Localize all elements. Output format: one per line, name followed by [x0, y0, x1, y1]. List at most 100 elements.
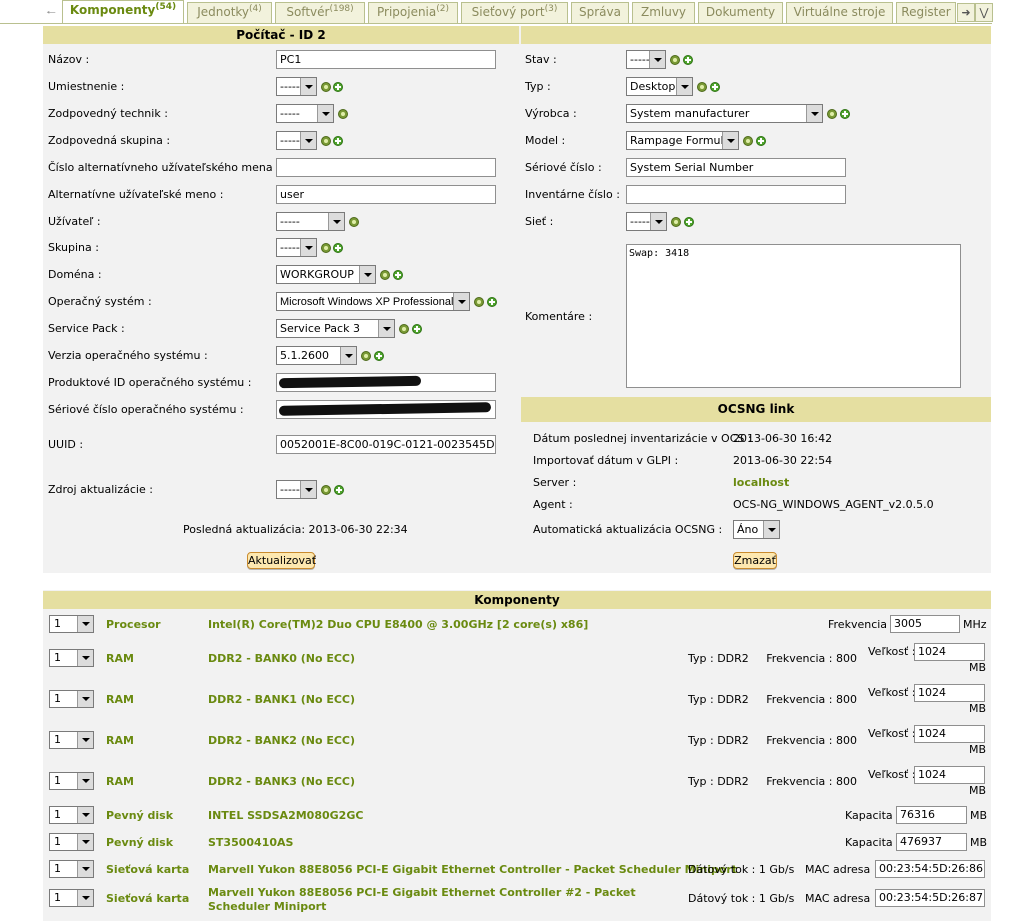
tab-jednotky[interactable]: Jednotky(4) [187, 2, 272, 23]
quantity-select[interactable]: 1 [49, 806, 94, 824]
os-select[interactable]: Microsoft Windows XP Professional [276, 292, 470, 311]
add-icon[interactable] [393, 270, 403, 280]
search-icon[interactable] [399, 324, 409, 334]
status-select[interactable]: ----- [626, 50, 666, 69]
component-name-link[interactable]: DDR2 - BANK0 (No ECC) [208, 652, 355, 666]
inventory-input[interactable] [626, 185, 846, 204]
alt-user-input[interactable]: user [276, 185, 496, 204]
search-icon[interactable] [827, 109, 837, 119]
group-resp-select[interactable]: ----- [276, 131, 317, 150]
select-value: System manufacturer [630, 107, 750, 120]
component-field-input[interactable]: 1024 [914, 725, 985, 743]
manufacturer-label: Výrobca : [525, 107, 577, 120]
manufacturer-select[interactable]: System manufacturer [626, 104, 823, 123]
component-field-input[interactable]: 476937 [896, 833, 967, 851]
quantity-select[interactable]: 1 [49, 889, 94, 907]
add-icon[interactable] [333, 243, 343, 253]
search-icon[interactable] [321, 82, 331, 92]
add-icon[interactable] [840, 109, 850, 119]
component-field-input[interactable]: 76316 [896, 806, 967, 824]
tab-softver[interactable]: Softvér(198) [275, 2, 365, 23]
type-select[interactable]: Desktop [626, 77, 693, 96]
alt-user-num-input[interactable] [276, 158, 496, 177]
search-icon[interactable] [670, 55, 680, 65]
comments-textarea[interactable]: Swap: 3418 [626, 244, 961, 388]
quantity-select[interactable]: 1 [49, 833, 94, 851]
component-name-link[interactable]: DDR2 - BANK1 (No ECC) [208, 693, 355, 707]
add-icon[interactable] [710, 82, 720, 92]
serial-input[interactable]: System Serial Number [626, 158, 846, 177]
add-icon[interactable] [412, 324, 422, 334]
component-field-input[interactable]: 1024 [914, 643, 985, 661]
os-version-select[interactable]: 5.1.2600 [276, 346, 357, 365]
tab-sprava[interactable]: Správa [571, 2, 629, 23]
tech-select[interactable]: ----- [276, 104, 334, 123]
user-select[interactable]: ----- [276, 212, 345, 231]
search-icon[interactable] [743, 136, 753, 146]
location-select[interactable]: ----- [276, 77, 317, 96]
search-icon[interactable] [349, 217, 359, 227]
search-icon[interactable] [321, 243, 331, 253]
search-icon[interactable] [321, 485, 331, 495]
quantity-select[interactable]: 1 [49, 772, 94, 790]
search-icon[interactable] [361, 351, 371, 361]
model-select[interactable]: Rampage Formula [626, 131, 739, 150]
tab-pripojenia[interactable]: Pripojenia(2) [368, 2, 458, 23]
quantity-select[interactable]: 1 [49, 649, 94, 667]
component-field-input[interactable]: 00:23:54:5D:26:87 [875, 889, 985, 907]
component-name-link[interactable]: Intel(R) Core(TM)2 Duo CPU E8400 @ 3.00G… [208, 618, 588, 632]
component-type: Pevný disk [106, 836, 174, 849]
component-name-link[interactable]: DDR2 - BANK2 (No ECC) [208, 734, 355, 748]
tab-komponenty[interactable]: Komponenty(54) [62, 0, 184, 24]
component-name-link[interactable]: ST3500410AS [208, 836, 293, 850]
tabs-menu-icon[interactable]: ⋁ [975, 3, 993, 22]
component-name-link[interactable]: INTEL SSDSA2M080G2GC [208, 809, 363, 823]
tab-register[interactable]: Register [896, 2, 956, 23]
component-field-input[interactable]: 1024 [914, 766, 985, 784]
quantity-select[interactable]: 1 [49, 860, 94, 878]
uuid-input[interactable]: 0052001E-8C00-019C-0121-0023545D2686 [276, 435, 496, 454]
tab-virtualne-stroje[interactable]: Virtuálne stroje [786, 2, 893, 23]
ocs-server-link[interactable]: localhost [733, 476, 789, 490]
add-icon[interactable] [333, 82, 343, 92]
component-name-link[interactable]: DDR2 - BANK3 (No ECC) [208, 775, 355, 789]
form-title: Počítač - ID 2 [43, 26, 519, 44]
network-select[interactable]: ----- [626, 212, 667, 231]
delete-button[interactable]: Zmazať [733, 552, 777, 569]
search-icon[interactable] [697, 82, 707, 92]
search-icon[interactable] [338, 109, 348, 119]
tab-dokumenty[interactable]: Dokumenty [698, 2, 783, 23]
search-icon[interactable] [321, 136, 331, 146]
component-name-link[interactable]: Marvell Yukon 88E8056 PCI-E Gigabit Ethe… [208, 886, 668, 914]
add-icon[interactable] [756, 136, 766, 146]
tabs-next-icon[interactable]: ➜ [957, 3, 975, 22]
add-icon[interactable] [487, 297, 497, 307]
add-icon[interactable] [374, 351, 384, 361]
tab-zmluvy[interactable]: Zmluvy [632, 2, 695, 23]
component-field-input[interactable]: 1024 [914, 684, 985, 702]
quantity-select[interactable]: 1 [49, 690, 94, 708]
update-source-select[interactable]: ----- [276, 480, 317, 499]
group-select[interactable]: ----- [276, 238, 317, 257]
add-icon[interactable] [333, 136, 343, 146]
component-field-input[interactable]: 00:23:54:5D:26:86 [875, 860, 985, 878]
add-icon[interactable] [684, 217, 694, 227]
sp-select[interactable]: Service Pack 3 [276, 319, 395, 338]
tab-sietovy-port[interactable]: Sieťový port(3) [461, 2, 568, 23]
add-icon[interactable] [683, 55, 693, 65]
component-name-link[interactable]: Marvell Yukon 88E8056 PCI-E Gigabit Ethe… [208, 863, 737, 877]
ocs-auto-update-select[interactable]: Áno [733, 520, 780, 539]
update-button[interactable]: Aktualizovať [247, 552, 316, 569]
quantity-select[interactable]: 1 [49, 615, 94, 633]
search-icon[interactable] [380, 270, 390, 280]
add-icon[interactable] [334, 485, 344, 495]
ocs-import-label: Importovať dátum v GLPI : [533, 454, 679, 467]
component-field-input[interactable]: 3005 [890, 615, 960, 633]
search-icon[interactable] [671, 217, 681, 227]
quantity-select[interactable]: 1 [49, 731, 94, 749]
search-icon[interactable] [474, 297, 484, 307]
domain-select[interactable]: WORKGROUP [276, 265, 376, 284]
last-update-text: Posledná aktualizácia: 2013-06-30 22:34 [183, 523, 408, 536]
name-input[interactable]: PC1 [276, 50, 496, 69]
tabs-prev-icon[interactable]: 🠐 [43, 4, 59, 23]
